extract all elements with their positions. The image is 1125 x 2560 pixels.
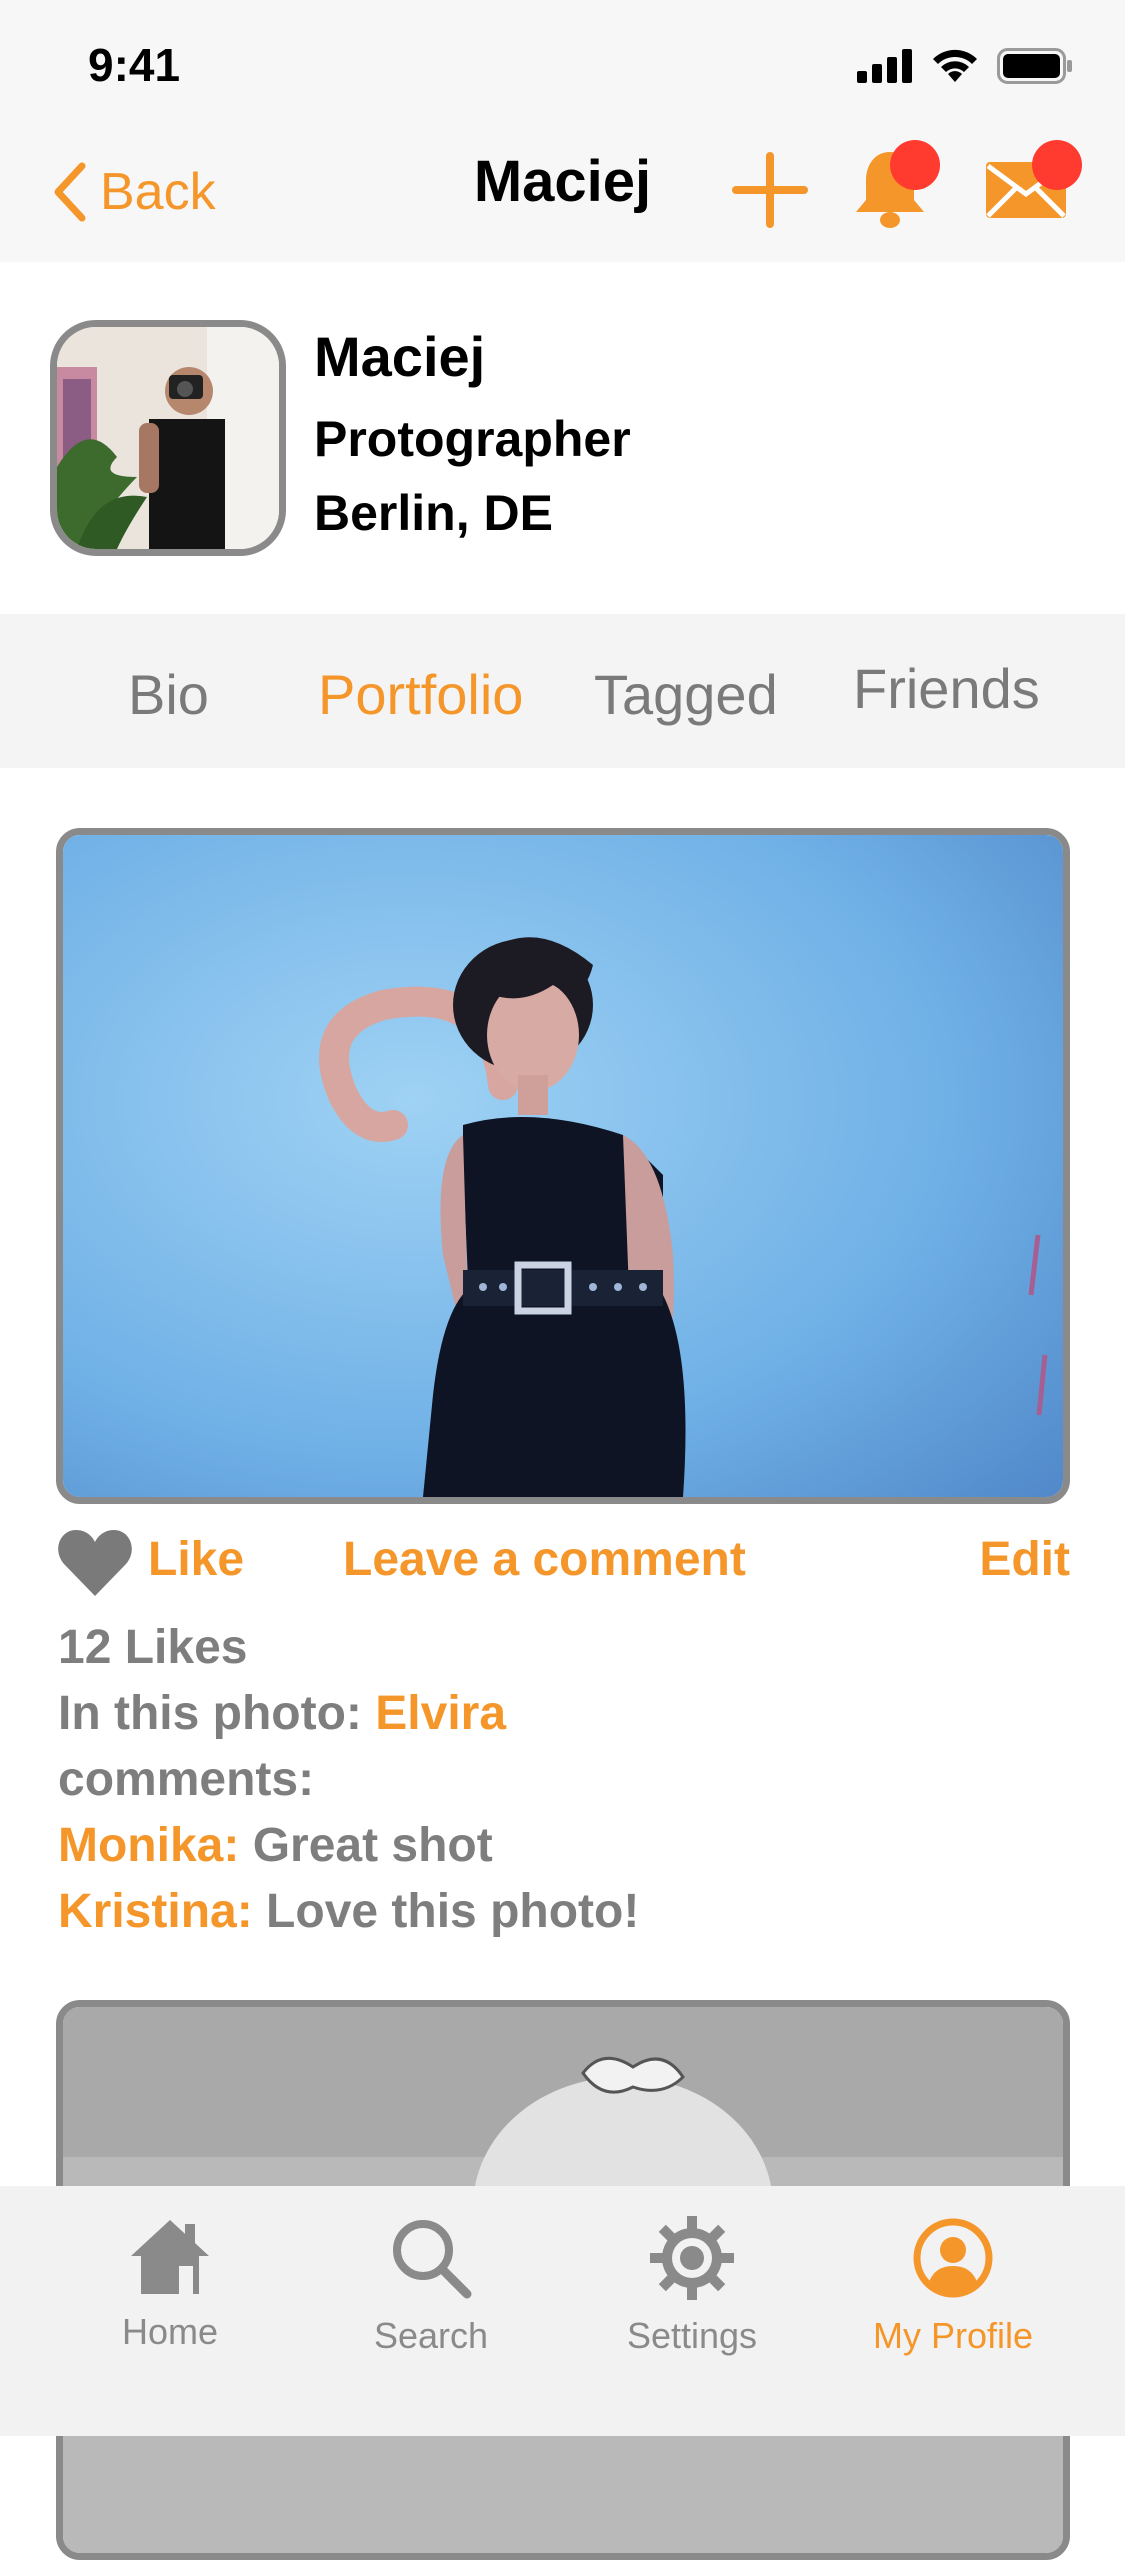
profile-icon bbox=[913, 2218, 993, 2298]
tab-portfolio[interactable]: Portfolio bbox=[318, 662, 523, 727]
post-photo[interactable] bbox=[56, 828, 1070, 1504]
tab-bar-label: Settings bbox=[626, 2315, 758, 2356]
notification-badge bbox=[890, 140, 940, 190]
tab-bar-search[interactable]: Search bbox=[321, 2216, 541, 2357]
post-image bbox=[63, 835, 1063, 1497]
plus-icon bbox=[732, 152, 808, 228]
tagged-prefix: In this photo: bbox=[58, 1687, 362, 1740]
edit-button[interactable]: Edit bbox=[979, 1532, 1070, 1587]
comment-author-link[interactable]: Monika: bbox=[58, 1819, 239, 1872]
back-button[interactable]: Back bbox=[52, 156, 216, 228]
comment-item: Kristina: Love this photo! bbox=[58, 1884, 639, 1939]
tab-tagged[interactable]: Tagged bbox=[594, 662, 778, 727]
add-button[interactable] bbox=[720, 140, 820, 240]
tab-bar-home[interactable]: Home bbox=[60, 2216, 280, 2353]
chevron-left-icon bbox=[54, 162, 86, 222]
status-time: 9:41 bbox=[88, 39, 181, 91]
like-button[interactable] bbox=[56, 1528, 134, 1603]
tab-bar-label: Search bbox=[373, 2315, 489, 2356]
comments-label: comments: bbox=[58, 1753, 315, 1806]
home-icon bbox=[131, 2220, 209, 2294]
tab-friends[interactable]: Friends bbox=[853, 656, 1040, 721]
tab-bar-my-profile[interactable]: My Profile bbox=[843, 2216, 1063, 2357]
status-icons bbox=[857, 46, 1073, 86]
tab-bar-settings[interactable]: Settings bbox=[582, 2216, 802, 2357]
comment-item: Monika: Great shot bbox=[58, 1818, 493, 1873]
profile-tabs: Bio Portfolio Tagged Friends bbox=[0, 614, 1125, 768]
profile-header: Maciej Protographer Berlin, DE bbox=[0, 262, 1125, 614]
status-bar: 9:41 bbox=[0, 0, 1125, 140]
leave-comment-button[interactable]: Leave a comment bbox=[343, 1532, 746, 1587]
profile-location: Berlin, DE bbox=[314, 485, 553, 541]
avatar-image bbox=[57, 327, 279, 549]
tab-bar-label: My Profile bbox=[872, 2315, 1034, 2356]
avatar[interactable] bbox=[50, 320, 286, 556]
notifications-button[interactable] bbox=[840, 140, 940, 240]
like-label[interactable]: Like bbox=[148, 1532, 244, 1587]
navigation-bar: Back Maciej bbox=[0, 120, 1125, 262]
profile-name: Maciej bbox=[314, 325, 486, 388]
tab-bio[interactable]: Bio bbox=[128, 662, 209, 727]
likes-count: 12 Likes bbox=[58, 1621, 248, 1674]
signal-icon bbox=[857, 49, 912, 83]
tab-bar: Home Search Settings My Profile bbox=[0, 2186, 1125, 2436]
messages-button[interactable] bbox=[976, 140, 1082, 240]
search-icon bbox=[393, 2220, 472, 2299]
gear-icon bbox=[650, 2216, 734, 2300]
comment-text: Great shot bbox=[252, 1819, 493, 1872]
profile-role: Protographer bbox=[314, 411, 631, 467]
tagged-person-link[interactable]: Elvira bbox=[375, 1687, 506, 1740]
back-label: Back bbox=[100, 163, 216, 221]
battery-icon bbox=[997, 48, 1072, 84]
message-badge bbox=[1032, 140, 1082, 190]
tab-bar-label: Home bbox=[121, 2311, 219, 2352]
post-actions: Like Leave a comment Edit bbox=[56, 1520, 1070, 1602]
wifi-icon bbox=[933, 49, 977, 82]
heart-icon bbox=[58, 1530, 132, 1596]
tagged-line: In this photo: Elvira bbox=[58, 1686, 506, 1741]
comment-text: Love this photo! bbox=[266, 1885, 640, 1938]
comment-author-link[interactable]: Kristina: bbox=[58, 1885, 253, 1938]
